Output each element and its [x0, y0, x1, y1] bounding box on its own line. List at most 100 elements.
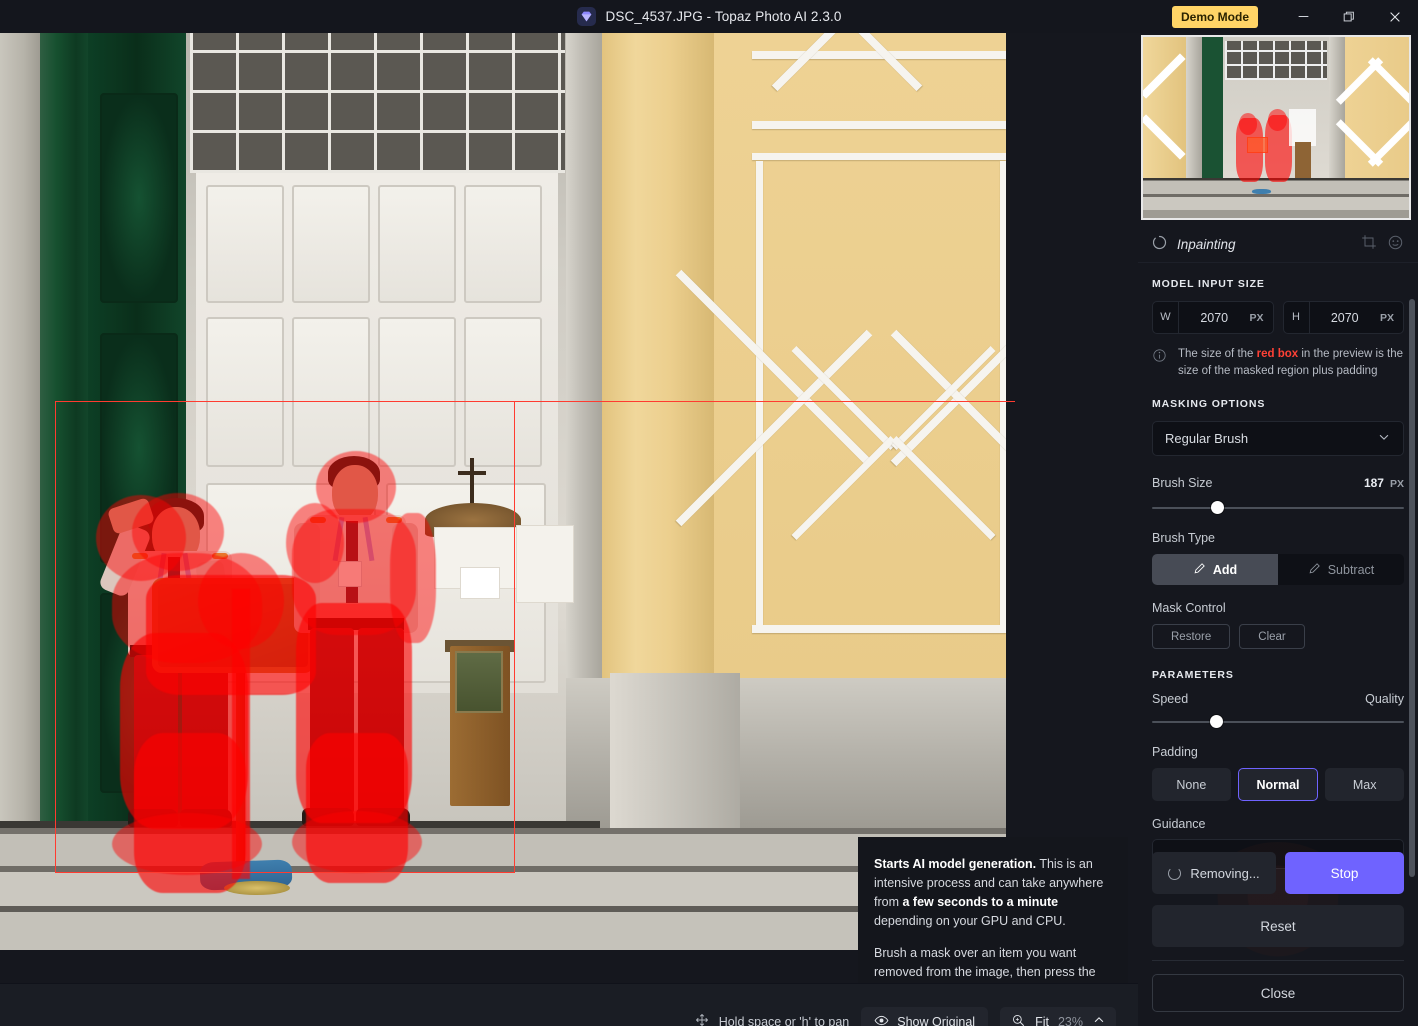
reset-button[interactable]: Reset — [1152, 905, 1404, 947]
brush-size-label: Brush Size — [1152, 476, 1213, 491]
width-field[interactable]: W 2070 PX — [1152, 301, 1274, 334]
footer-divider — [1152, 960, 1404, 961]
speed-quality-slider-knob[interactable] — [1210, 715, 1223, 729]
pan-hint-label: Hold space or 'h' to pan — [718, 1014, 850, 1026]
info-icon — [1152, 348, 1167, 368]
brush-subtract-label: Subtract — [1327, 562, 1375, 577]
preview-thumbnail[interactable] — [1141, 35, 1411, 220]
tooltip-bold-1: Starts AI model generation. — [874, 857, 1037, 871]
speed-quality-slider-track — [1152, 721, 1404, 724]
close-icon[interactable] — [1372, 0, 1418, 33]
mask-control-label: Mask Control — [1152, 601, 1226, 616]
no-drink-sign — [460, 567, 500, 599]
mask-control-buttons: Restore Clear — [1152, 624, 1404, 650]
chevron-up-icon[interactable] — [1092, 1013, 1106, 1026]
demo-mode-badge[interactable]: Demo Mode — [1171, 5, 1258, 28]
height-value[interactable]: 2070 — [1310, 311, 1380, 325]
topaz-photo-ai-window: DSC_4537.JPG - Topaz Photo AI 2.3.0 Demo… — [0, 0, 1418, 1026]
zoom-percent: 23% — [1057, 1014, 1083, 1026]
panel-header: Inpainting — [1138, 227, 1418, 263]
right-side-panel: Inpainting MODEL INPUT SIZE W 2070 PX H … — [1138, 33, 1418, 1026]
red-box-info: The size of the red box in the preview i… — [1152, 346, 1404, 380]
panel-scrollbar[interactable] — [1409, 299, 1415, 877]
quality-label: Quality — [1365, 692, 1404, 707]
preview-thumbnail-image — [1143, 37, 1409, 218]
pan-move-icon — [694, 1012, 710, 1026]
crop-icon[interactable] — [1361, 234, 1377, 255]
speed-quality-slider[interactable] — [1152, 715, 1404, 729]
brush-type-select[interactable]: Regular Brush — [1152, 421, 1404, 457]
zoom-control[interactable]: Fit 23% — [1000, 1006, 1116, 1026]
speed-label: Speed — [1152, 692, 1189, 707]
removing-status-button: Removing... — [1152, 852, 1276, 894]
panel-footer: Removing... Stop Reset Close — [1138, 852, 1418, 1026]
chevron-down-icon — [1377, 430, 1391, 447]
speed-quality-row: Speed Quality — [1152, 692, 1404, 706]
model-input-size-fields: W 2070 PX H 2070 PX — [1152, 301, 1404, 334]
loading-spinner-icon — [1152, 235, 1167, 255]
width-value[interactable]: 2070 — [1179, 311, 1249, 325]
tooltip-paragraph-1: Starts AI model generation. This is an i… — [874, 855, 1112, 931]
tooltip-bold-2: a few seconds to a minute — [902, 895, 1059, 909]
model-input-size-label: MODEL INPUT SIZE — [1152, 278, 1265, 290]
padding-segmented: None Normal Max — [1152, 768, 1405, 802]
window-title: DSC_4537.JPG - Topaz Photo AI 2.3.0 — [605, 9, 842, 24]
brush-add-label: Add — [1212, 562, 1238, 577]
remove-button-tooltip: Starts AI model generation. This is an i… — [858, 837, 1128, 998]
clear-button[interactable]: Clear — [1239, 624, 1305, 650]
brush-subtract-button[interactable]: Subtract — [1278, 554, 1404, 585]
red-box-info-text: The size of the red box in the preview i… — [1178, 346, 1404, 380]
zoom-fit-label: Fit — [1035, 1014, 1049, 1026]
brush-size-slider-track — [1152, 507, 1404, 510]
panel-title: Inpainting — [1177, 237, 1236, 252]
parameters-label: PARAMETERS — [1152, 669, 1234, 682]
zoom-magnifier-icon — [1011, 1013, 1026, 1026]
brush-add-button[interactable]: Add — [1152, 554, 1278, 586]
show-original-label: Show Original — [897, 1014, 976, 1026]
cross-ornament — [458, 458, 486, 506]
brush-size-unit: PX — [1389, 478, 1404, 491]
topaz-diamond-icon — [576, 7, 596, 26]
brush-subtract-icon — [1308, 562, 1321, 578]
action-row: Removing... Stop — [1152, 852, 1404, 894]
brush-type-segmented: Add Subtract — [1152, 554, 1404, 586]
pan-hint: Hold space or 'h' to pan — [694, 1012, 850, 1026]
height-tag: H — [1284, 302, 1310, 333]
close-button[interactable]: Close — [1152, 974, 1404, 1012]
width-unit: PX — [1249, 311, 1264, 324]
face-recovery-icon[interactable] — [1387, 234, 1404, 256]
brush-size-slider-knob[interactable] — [1211, 501, 1224, 515]
restore-icon[interactable] — [1326, 0, 1372, 33]
photo-preview[interactable] — [0, 33, 1006, 950]
width-tag: W — [1153, 302, 1179, 333]
restore-button[interactable]: Restore — [1152, 624, 1231, 650]
removing-label: Removing... — [1190, 865, 1260, 881]
image-canvas[interactable]: Starts AI model generation. This is an i… — [0, 33, 1138, 1026]
brush-size-row: Brush Size 187 PX — [1152, 474, 1404, 492]
brush-type-label: Brush Type — [1152, 531, 1216, 546]
padding-max-button[interactable]: Max — [1325, 768, 1405, 802]
eye-icon — [874, 1013, 889, 1026]
height-field[interactable]: H 2070 PX — [1282, 301, 1404, 334]
minimize-icon[interactable] — [1280, 0, 1326, 33]
notice-paper — [516, 525, 574, 603]
info-text-highlight: red box — [1256, 348, 1299, 360]
height-unit: PX — [1379, 311, 1394, 324]
spinner-icon — [1168, 866, 1182, 880]
canvas-bottom-bar: Hold space or 'h' to pan Show Original F… — [0, 983, 1138, 1026]
guidance-label: Guidance — [1152, 817, 1206, 832]
brush-add-icon — [1193, 562, 1206, 578]
mask-region-top-line — [55, 401, 1015, 402]
brush-size-slider[interactable] — [1152, 501, 1404, 515]
padding-normal-button[interactable]: Normal — [1237, 768, 1319, 802]
show-original-button[interactable]: Show Original — [861, 1006, 989, 1026]
padding-none-button[interactable]: None — [1152, 768, 1231, 802]
tooltip-text-2: depending on your GPU and CPU. — [874, 914, 1066, 928]
padding-label: Padding — [1152, 745, 1198, 760]
brush-size-value: 187 — [1363, 476, 1384, 491]
window-controls: Demo Mode — [1171, 0, 1418, 33]
info-text-part1: The size of the — [1178, 348, 1257, 360]
title-bar: DSC_4537.JPG - Topaz Photo AI 2.3.0 Demo… — [0, 0, 1418, 33]
stop-button[interactable]: Stop — [1285, 852, 1404, 894]
masking-options-label: MASKING OPTIONS — [1152, 398, 1266, 411]
